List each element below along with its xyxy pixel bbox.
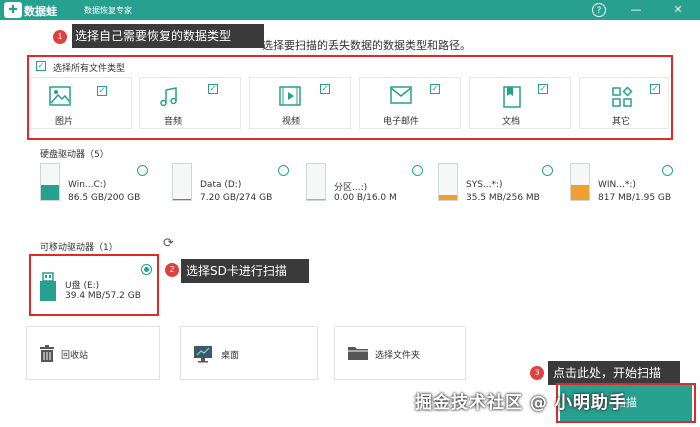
- drive-radio[interactable]: [278, 165, 289, 176]
- drive-icon: [438, 163, 458, 201]
- other-checkbox[interactable]: ✓: [650, 84, 660, 94]
- drive-size: 39.4 MB/57.2 GB: [65, 291, 141, 301]
- hard-drive-item[interactable]: 分区...:) 0.00 B/16.0 M: [296, 157, 423, 207]
- hard-drive-item[interactable]: WIN...*:) 817 MB/1.95 GB: [560, 157, 686, 207]
- drive-usage-fill: [439, 194, 457, 200]
- hard-drive-item[interactable]: Win...C:) 86.5 GB/200 GB: [30, 157, 156, 207]
- drive-usage-fill: [571, 184, 589, 200]
- close-icon[interactable]: ✕: [670, 2, 686, 18]
- drive-name: Data (D:): [200, 180, 242, 190]
- location-recycle-bin[interactable]: 回收站: [26, 326, 160, 380]
- drive-icon: [306, 163, 326, 201]
- email-checkbox[interactable]: ✓: [430, 84, 440, 94]
- drive-radio[interactable]: [542, 165, 553, 176]
- file-type-other[interactable]: 其它 ✓: [579, 77, 669, 129]
- drive-name: 分区...:): [334, 183, 368, 193]
- drive-name: SYS...*:): [466, 180, 503, 190]
- file-type-label: 其它: [611, 117, 630, 127]
- drive-name: WIN...*:): [598, 180, 636, 190]
- drive-usage-fill: [307, 199, 325, 200]
- file-type-label: 图片: [54, 117, 73, 127]
- file-type-audio[interactable]: 音频 ✓: [139, 77, 241, 129]
- other-icon: [611, 86, 633, 108]
- drive-radio[interactable]: [137, 165, 148, 176]
- app-subtitle: 数据恢复专家: [84, 6, 132, 15]
- select-all-label: 选择所有文件类型: [53, 64, 126, 74]
- select-all-checkbox[interactable]: ✓: [36, 61, 46, 71]
- video-checkbox[interactable]: ✓: [320, 84, 330, 94]
- step1-annotation: 选择自己需要恢复的数据类型: [72, 24, 264, 48]
- drive-icon: [570, 163, 590, 201]
- file-type-video[interactable]: 视频 ✓: [249, 77, 351, 129]
- file-type-email[interactable]: 电子邮件 ✓: [359, 77, 461, 129]
- step3-annotation: 点击此处，开始扫描: [548, 361, 680, 385]
- drive-usage-fill: [41, 184, 59, 200]
- document-icon: [501, 86, 523, 108]
- drive-radio[interactable]: [412, 165, 423, 176]
- app-logo-icon: ✚: [4, 2, 22, 18]
- drive-size: 86.5 GB/200 GB: [68, 193, 141, 203]
- location-desktop[interactable]: 桌面: [180, 326, 318, 380]
- removable-drives-title: 可移动驱动器（1）: [40, 243, 118, 253]
- file-type-label: 电子邮件: [382, 117, 419, 127]
- drive-icon: [172, 163, 192, 201]
- step3-badge: 3: [530, 366, 544, 380]
- step2-annotation: 选择SD卡进行扫描: [181, 259, 309, 283]
- trash-icon: [39, 345, 55, 367]
- app-name: 数据蛙: [24, 5, 57, 18]
- file-type-image[interactable]: 图片 ✓: [30, 77, 132, 129]
- desktop-icon: [193, 345, 213, 367]
- drive-size: 7.20 GB/274 GB: [200, 193, 273, 203]
- folder-icon: [347, 345, 369, 365]
- drive-name: U盘 (E:): [65, 281, 100, 291]
- title-bar: ✚ 数据蛙 数据恢复专家 ? — ✕: [0, 0, 700, 20]
- step2-badge: 2: [165, 263, 179, 277]
- file-type-label: 视频: [281, 117, 300, 127]
- minimize-icon[interactable]: —: [628, 2, 644, 18]
- file-type-document[interactable]: 文档 ✓: [469, 77, 571, 129]
- instruction-text: 选择要扫描的丢失数据的数据类型和路径。: [262, 39, 471, 52]
- video-icon: [279, 86, 301, 108]
- location-choose-folder[interactable]: 选择文件夹: [334, 326, 466, 380]
- file-type-label: 文档: [501, 117, 520, 127]
- image-icon: [49, 86, 71, 108]
- location-label: 回收站: [61, 351, 89, 361]
- watermark: 掘金技术社区 @ 小明助手: [415, 393, 627, 413]
- usb-drive-icon: [39, 272, 57, 302]
- location-label: 桌面: [221, 351, 240, 361]
- refresh-icon[interactable]: ⟳: [163, 236, 174, 251]
- drive-usage-fill: [173, 198, 191, 200]
- audio-checkbox[interactable]: ✓: [208, 84, 218, 94]
- drive-size: 35.5 MB/256 MB: [466, 193, 540, 203]
- drive-name: Win...C:): [68, 180, 107, 190]
- email-icon: [390, 86, 412, 108]
- step1-badge: 1: [53, 30, 67, 44]
- help-icon[interactable]: ?: [592, 3, 606, 17]
- drive-icon: [40, 163, 60, 201]
- document-checkbox[interactable]: ✓: [538, 84, 548, 94]
- image-checkbox[interactable]: ✓: [97, 86, 107, 96]
- drive-size: 817 MB/1.95 GB: [598, 193, 672, 203]
- removable-drive-item[interactable]: U盘 (E:) 39.4 MB/57.2 GB: [33, 258, 155, 312]
- file-type-label: 音频: [163, 117, 182, 127]
- removable-drive-radio[interactable]: [141, 264, 152, 275]
- drive-radio[interactable]: [662, 165, 673, 176]
- drive-size: 0.00 B/16.0 M: [334, 193, 397, 203]
- hard-drive-item[interactable]: SYS...*:) 35.5 MB/256 MB: [428, 157, 554, 207]
- hard-drive-item[interactable]: Data (D:) 7.20 GB/274 GB: [162, 157, 289, 207]
- location-label: 选择文件夹: [375, 351, 421, 361]
- music-icon: [158, 86, 180, 108]
